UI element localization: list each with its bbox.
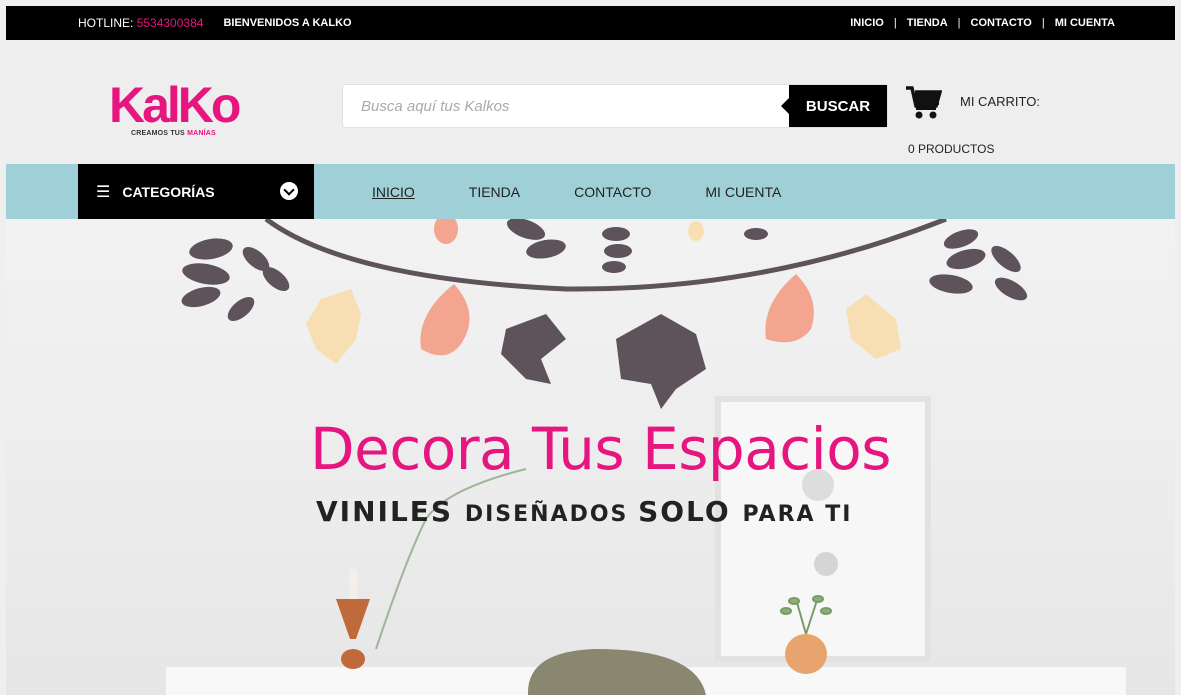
subtitle-part: VINILES — [316, 495, 465, 528]
subtitle-part: DISEÑADOS — [464, 502, 639, 527]
separator: | — [1041, 17, 1045, 29]
cart-count: 0 PRODUCTOS — [908, 142, 995, 156]
cart-label: MI CARRITO: — [960, 94, 1040, 109]
nav-links: INICIO TIENDA CONTACTO MI CUENTA — [372, 164, 835, 219]
hero-title: Decora Tus Espacios — [309, 415, 892, 483]
hotline-number[interactable]: 5534300384 — [137, 16, 204, 30]
categories-dropdown[interactable]: ☰ CATEGORÍAS — [78, 164, 314, 219]
top-link-contacto[interactable]: CONTACTO — [971, 17, 1032, 29]
hero-banner[interactable]: Decora Tus Espacios VINILES DISEÑADOS SO… — [6, 219, 1175, 695]
hero-subtitle: VINILES DISEÑADOS SOLO PARA TI — [316, 495, 852, 528]
plant-pot — [785, 634, 827, 674]
header: KalKo CREAMOS TUS MANÍAS BUSCAR MI CARRI… — [6, 40, 1175, 164]
dark-leaves — [181, 219, 1028, 409]
top-link-mi-cuenta[interactable]: MI CUENTA — [1055, 17, 1115, 29]
cart-icon — [906, 86, 942, 119]
nav-link-tienda[interactable]: TIENDA — [469, 184, 520, 200]
frame-circle — [814, 552, 838, 576]
top-bar: HOTLINE: 5534300384 BIENVENIDOS A KALKO … — [6, 6, 1175, 40]
nav-link-inicio[interactable]: INICIO — [372, 184, 415, 200]
search-input[interactable] — [343, 85, 773, 127]
top-link-inicio[interactable]: INICIO — [850, 17, 884, 29]
search-bar: BUSCAR — [342, 84, 888, 128]
separator: | — [893, 17, 897, 29]
main-nav: ☰ CATEGORÍAS INICIO TIENDA CONTACTO MI C… — [6, 164, 1175, 219]
logo[interactable]: KalKo CREAMOS TUS MANÍAS — [109, 80, 259, 150]
chair-back — [527, 649, 706, 695]
subtitle-part: PARA TI — [742, 502, 853, 527]
candle-holder-base — [341, 649, 365, 669]
categories-label: CATEGORÍAS — [122, 183, 215, 200]
hamburger-icon: ☰ — [96, 183, 111, 201]
chevron-down-icon — [280, 182, 298, 200]
top-bar-left: HOTLINE: 5534300384 BIENVENIDOS A KALKO — [78, 6, 352, 40]
logo-tagline-pink: MANÍAS — [187, 130, 216, 137]
logo-wordmark: KalKo — [109, 77, 241, 133]
candle-holder — [336, 599, 370, 639]
candle — [349, 569, 357, 599]
logo-tagline-black: CREAMOS TUS — [131, 130, 188, 137]
welcome-text: BIENVENIDOS A KALKO — [223, 17, 352, 29]
hotline-label: HOTLINE: — [78, 16, 134, 30]
nav-link-contacto[interactable]: CONTACTO — [574, 184, 651, 200]
subtitle-part: SOLO — [638, 495, 743, 528]
nav-link-mi-cuenta[interactable]: MI CUENTA — [705, 184, 781, 200]
top-bar-links: INICIO | TIENDA | CONTACTO | MI CUENTA — [850, 6, 1115, 40]
hotline: HOTLINE: 5534300384 — [78, 16, 203, 30]
separator: | — [957, 17, 961, 29]
top-link-tienda[interactable]: TIENDA — [907, 17, 948, 29]
search-button[interactable]: BUSCAR — [781, 85, 887, 127]
logo-tagline: CREAMOS TUS MANÍAS — [131, 130, 216, 137]
cream-leaves — [306, 221, 901, 364]
